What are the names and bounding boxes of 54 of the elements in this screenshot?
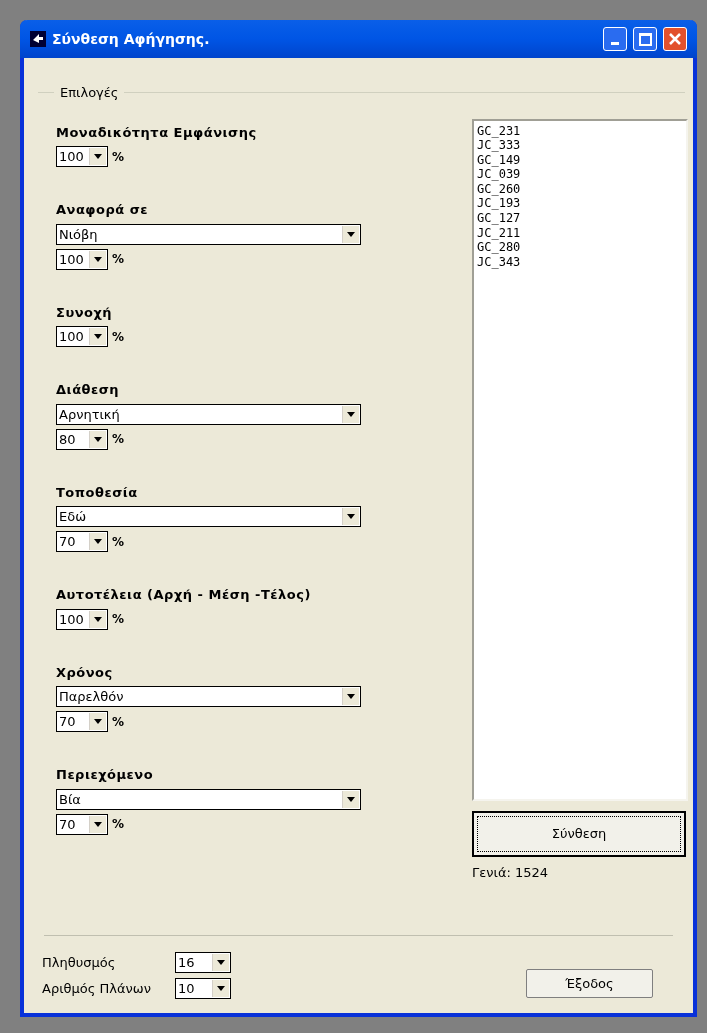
dropdown[interactable]: 100 [56,248,108,270]
list-item[interactable]: JC_211 [477,225,686,241]
dropdown[interactable]: Νιόβη [56,223,361,245]
window-title: Σύνθεση Αφήγησης. [52,29,211,49]
dropdown[interactable]: 16 [175,952,231,973]
percent-sign: % [112,431,125,448]
percent-sign: % [112,251,125,268]
dropdown[interactable]: Εδώ [56,506,361,527]
dropdown[interactable]: 100 [56,326,108,347]
option-label: Συνοχή [56,303,114,322]
dropdown[interactable]: 70 [56,813,108,835]
option-label: Χρόνος [56,663,114,682]
list-item[interactable]: GC_149 [477,152,686,168]
dropdown[interactable]: 80 [56,428,108,450]
list-item[interactable]: JC_193 [477,196,686,212]
list-item[interactable]: GC_231 [477,123,686,139]
field-label: Αριθμός Πλάνων [42,979,152,998]
list-item[interactable]: GC_127 [477,211,686,226]
list-item[interactable]: JC_039 [477,167,686,182]
compose-button[interactable]: Σύνθεση [472,810,686,857]
minimize-button[interactable] [603,27,627,51]
option-label: Περιεχόμενο [56,766,155,784]
list-item[interactable]: JC_343 [477,254,686,270]
dropdown[interactable]: Βία [56,788,361,810]
percent-sign: % [112,816,125,833]
percent-sign: % [112,713,125,731]
dropdown[interactable]: 100 [56,608,108,630]
option-label: Αναφορά σε [56,201,150,219]
exit-button[interactable]: Έξοδος [526,969,653,998]
results-list[interactable]: GC_231 JC_333 GC_149 JC_039 GC_260 JC_193 GC_127 JC_211 GC_280 JC_343 [472,118,688,801]
dropdown[interactable]: 100 [56,146,108,167]
option-label: Τοποθεσία [56,483,139,502]
option-label: Μοναδικότητα Εμφάνισης [56,123,258,142]
dropdown[interactable]: 70 [56,711,108,732]
dropdown[interactable]: 70 [56,531,108,552]
field-label: Πληθυσμός [42,953,117,972]
percent-sign: % [112,148,125,166]
list-item[interactable]: JC_333 [477,138,686,153]
percent-sign: % [112,328,125,346]
generation-label: Γενιά: 1524 [472,863,550,882]
option-label: Αυτοτέλεια (Αρχή - Μέση -Τέλος) [56,586,312,604]
dropdown[interactable]: Παρελθόν [56,686,361,707]
list-item[interactable]: GC_260 [477,181,686,197]
group-legend: Επιλογές [60,83,119,103]
list-item[interactable]: GC_280 [477,240,686,255]
dropdown[interactable]: Αρνητική [56,403,361,425]
close-icon [668,32,682,46]
percent-sign: % [112,611,125,628]
dropdown[interactable]: 10 [175,978,231,999]
percent-sign: % [112,533,125,551]
close-button[interactable] [663,27,687,51]
app-icon [30,31,46,47]
maximize-button[interactable] [633,27,657,51]
option-label: Διάθεση [56,381,121,399]
